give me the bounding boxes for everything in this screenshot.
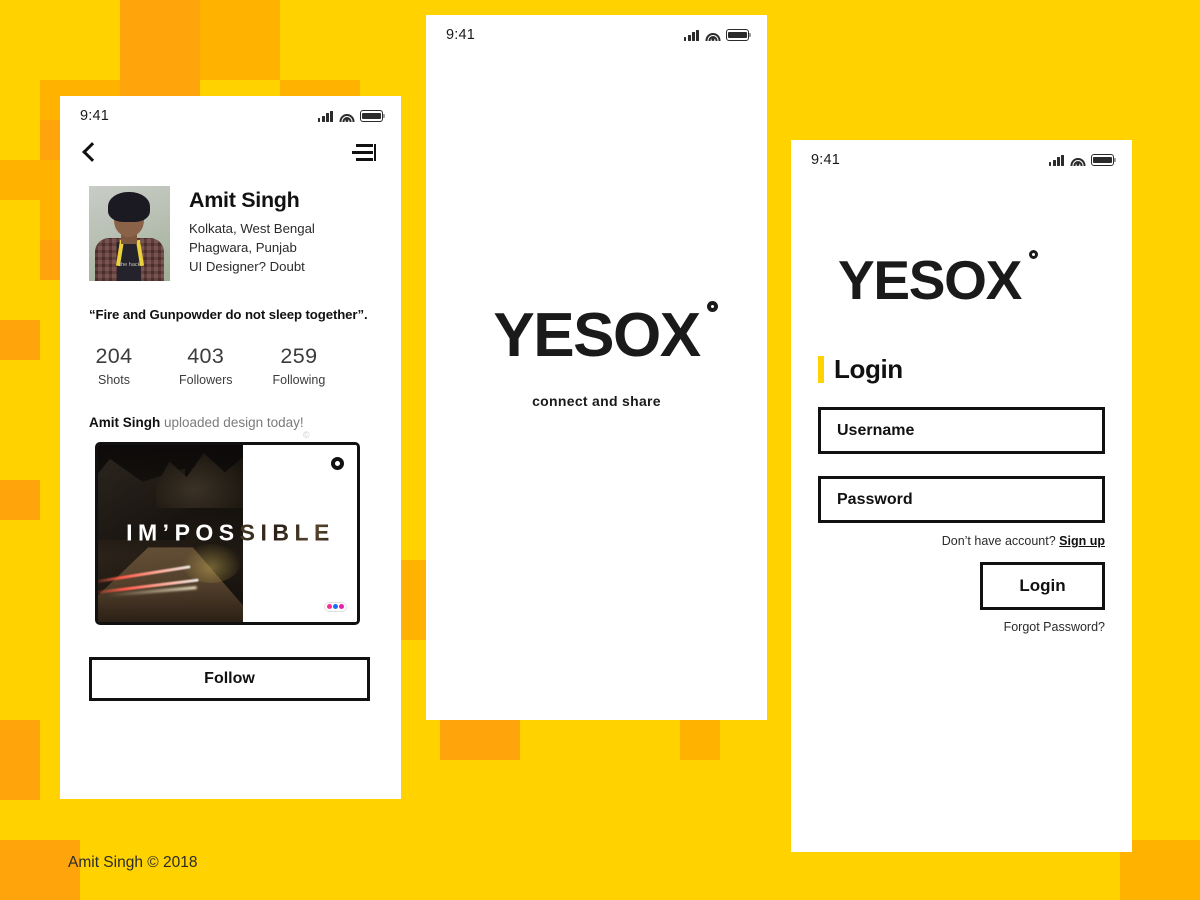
splash-content: YESOX connect and share — [426, 55, 767, 720]
stat-label: Following — [272, 372, 326, 387]
stat-label: Shots — [98, 372, 130, 387]
signup-prompt: Don’t have account? — [941, 534, 1056, 548]
brand-logo: YESOX — [838, 248, 1038, 312]
battery-icon — [726, 29, 749, 41]
signal-bars-icon — [1048, 154, 1064, 166]
stat-label: Followers — [179, 372, 233, 387]
signal-bars-icon — [317, 110, 333, 122]
brand-logo-text: YESOX — [493, 301, 701, 370]
wifi-icon — [339, 111, 354, 122]
signup-link[interactable]: Sign up — [1059, 534, 1105, 548]
wifi-icon — [1070, 155, 1085, 166]
brand-logo: YESOX — [493, 300, 719, 371]
status-bar: 9:41 — [426, 15, 767, 55]
login-content: YESOX Login Username Password Don’t have… — [791, 180, 1132, 634]
wifi-icon — [705, 30, 720, 41]
shot-card-wrapper: © IM’POS SIBLE — [60, 430, 401, 625]
degree-circle-icon — [1028, 250, 1038, 260]
color-dots-pill-icon — [325, 602, 346, 611]
status-time: 9:41 — [811, 152, 841, 168]
poster-canvas: 9:41 the hack Amit Singh Kolkata, West B… — [0, 0, 1200, 900]
stat-value: 204 — [95, 343, 133, 368]
profile-stats: 204 Shots 403 Followers 259 Following — [60, 322, 401, 387]
login-button-row: Login — [818, 562, 1105, 610]
status-time: 9:41 — [80, 108, 110, 124]
phone-screen-profile: 9:41 the hack Amit Singh Kolkata, West B… — [60, 96, 401, 799]
avatar: the hack — [89, 185, 170, 281]
stat-followers[interactable]: 403 Followers — [179, 344, 233, 387]
status-icons — [317, 110, 383, 122]
profile-quote: “Fire and Gunpowder do not sleep togethe… — [89, 306, 368, 322]
upload-note-rest: uploaded design today! — [160, 414, 304, 430]
battery-icon — [1091, 154, 1114, 166]
stat-value: 259 — [280, 343, 318, 368]
forgot-password-link[interactable]: Forgot Password? — [818, 620, 1105, 634]
copyright-mark: © — [303, 429, 310, 440]
profile-name: Amit Singh — [189, 187, 300, 212]
profile-nav-bar — [60, 136, 401, 163]
login-heading-text: Login — [834, 354, 903, 384]
stat-shots[interactable]: 204 Shots — [89, 344, 139, 387]
back-chevron-icon[interactable] — [82, 142, 102, 163]
stat-following[interactable]: 259 Following — [273, 344, 326, 387]
profile-meta: Amit Singh Kolkata, West Bengal Phagwara… — [189, 186, 315, 281]
password-input[interactable]: Password — [818, 476, 1105, 523]
footer-credit: Amit Singh © 2018 — [68, 854, 198, 871]
status-bar: 9:41 — [791, 140, 1132, 180]
profile-location-line-2: Phagwara, Punjab — [189, 239, 297, 255]
status-bar: 9:41 — [60, 96, 401, 136]
username-input[interactable]: Username — [818, 407, 1105, 454]
signal-bars-icon — [683, 29, 699, 41]
signup-row: Don’t have account? Sign up — [818, 534, 1105, 548]
status-time: 9:41 — [446, 27, 476, 43]
shot-title-right: SIBLE — [239, 519, 335, 546]
login-heading: Login — [818, 354, 1105, 385]
profile-header: the hack Amit Singh Kolkata, West Bengal… — [60, 161, 401, 281]
phone-screen-login: 9:41 YESOX Login Username Password Don’t… — [791, 140, 1132, 852]
status-icons — [1048, 154, 1114, 166]
profile-location-line-1: Kolkata, West Bengal — [189, 220, 315, 236]
splash-tagline: connect and share — [532, 393, 661, 409]
upload-note-name: Amit Singh — [89, 414, 161, 430]
hamburger-menu-icon[interactable] — [351, 144, 377, 161]
phone-screen-splash: 9:41 YESOX connect and share — [426, 15, 767, 720]
degree-circle-icon — [707, 301, 719, 313]
brand-logo-text: YESOX — [838, 249, 1022, 311]
heading-accent-bar — [818, 356, 824, 383]
shot-title: IM’POS SIBLE — [98, 520, 357, 547]
status-icons — [683, 29, 749, 41]
upload-note: Amit Singh uploaded design today! — [60, 387, 401, 430]
login-button[interactable]: Login — [980, 562, 1105, 610]
profile-role-line: UI Designer? Doubt — [189, 258, 305, 274]
shot-title-left: IM’POS — [126, 519, 240, 546]
battery-icon — [360, 110, 383, 122]
stat-value: 403 — [187, 343, 225, 368]
record-ring-icon — [331, 456, 344, 470]
follow-button[interactable]: Follow — [89, 656, 370, 701]
shot-card[interactable]: IM’POS SIBLE — [95, 441, 360, 625]
